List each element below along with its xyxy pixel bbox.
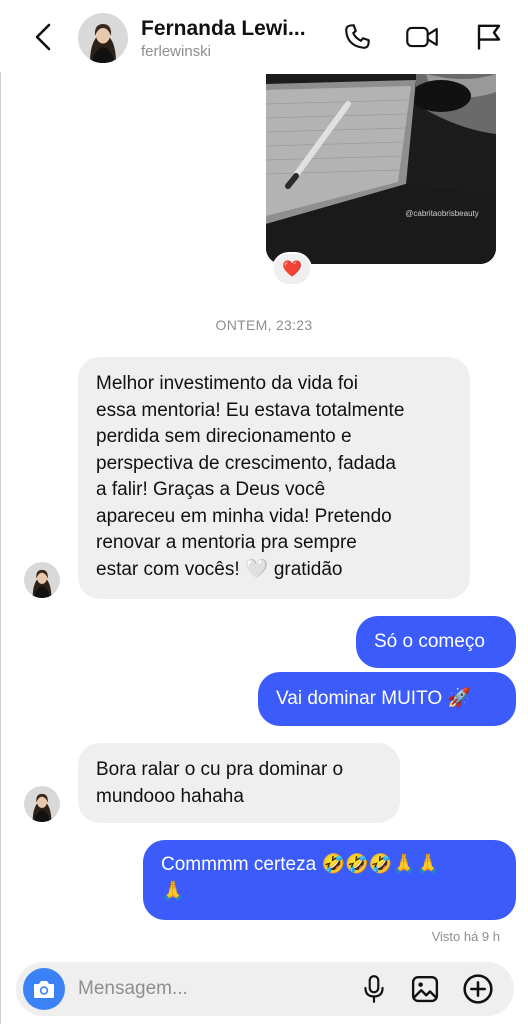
message-line: apareceu em minha vida! Pretendo <box>96 505 392 527</box>
message-text: Só o começo <box>374 631 485 652</box>
message-line: perspectiva de crescimento, fadada <box>96 452 396 474</box>
message-text: Vai dominar MUITO 🚀 <box>276 688 472 709</box>
chat-timestamp: ONTEM, 23:23 <box>215 317 313 333</box>
video-camera-icon[interactable] <box>405 20 439 54</box>
message-line: estar com vocês! 🤍 gratidão <box>96 558 343 580</box>
message-composer <box>16 962 514 1016</box>
message-line: Bora ralar o cu pra dominar o <box>96 759 344 780</box>
heart-icon: ❤️ <box>282 261 302 278</box>
outgoing-message[interactable]: Vai dominar MUITO 🚀 <box>258 672 516 726</box>
camera-icon[interactable] <box>23 968 65 1010</box>
sender-avatar[interactable] <box>24 562 60 598</box>
message-line: Commmm certeza 🤣🤣🤣🙏🙏 <box>161 854 440 875</box>
outgoing-message[interactable]: Commmm certeza 🤣🤣🤣🙏🙏 🙏 <box>143 840 516 920</box>
message-line: a falir! Graças a Deus você <box>96 479 326 500</box>
message-line: Melhor investimento da vida foi <box>96 373 358 394</box>
message-line: renovar a mentoria pra sempre <box>96 532 357 553</box>
microphone-icon[interactable] <box>358 973 390 1005</box>
message-input[interactable] <box>78 973 338 1005</box>
contact-username[interactable]: ferlewinski <box>141 43 211 60</box>
add-icon[interactable] <box>462 973 494 1005</box>
heart-reaction[interactable]: ❤️ <box>272 252 312 286</box>
message-line: essa mentoria! Eu estava totalmente <box>96 399 405 421</box>
avatar[interactable] <box>78 13 128 63</box>
phone-icon[interactable] <box>340 20 374 54</box>
window-edge <box>0 0 1 1024</box>
incoming-message[interactable]: Melhor investimento da vida foi essa men… <box>78 357 470 599</box>
incoming-message[interactable]: Bora ralar o cu pra dominar o mundooo ha… <box>78 743 400 823</box>
gallery-icon[interactable] <box>409 973 441 1005</box>
flag-icon[interactable] <box>472 20 506 54</box>
message-line: 🙏 <box>161 880 185 902</box>
seen-status: Visto há 9 h <box>431 929 500 944</box>
back-arrow-icon[interactable] <box>28 20 58 54</box>
message-line: perdida sem direcionamento e <box>96 426 352 447</box>
message-line: mundooo hahaha <box>96 785 244 807</box>
photo-watermark: @cabritaobrisbeauty <box>405 209 479 218</box>
contact-name[interactable]: Fernanda Lewi... <box>141 17 306 41</box>
sender-avatar[interactable] <box>24 786 60 822</box>
outgoing-message[interactable]: Só o começo <box>356 616 516 668</box>
shared-photo[interactable]: @cabritaobrisbeauty <box>266 74 496 264</box>
chat-header: Fernanda Lewi... ferlewinski <box>0 0 528 72</box>
